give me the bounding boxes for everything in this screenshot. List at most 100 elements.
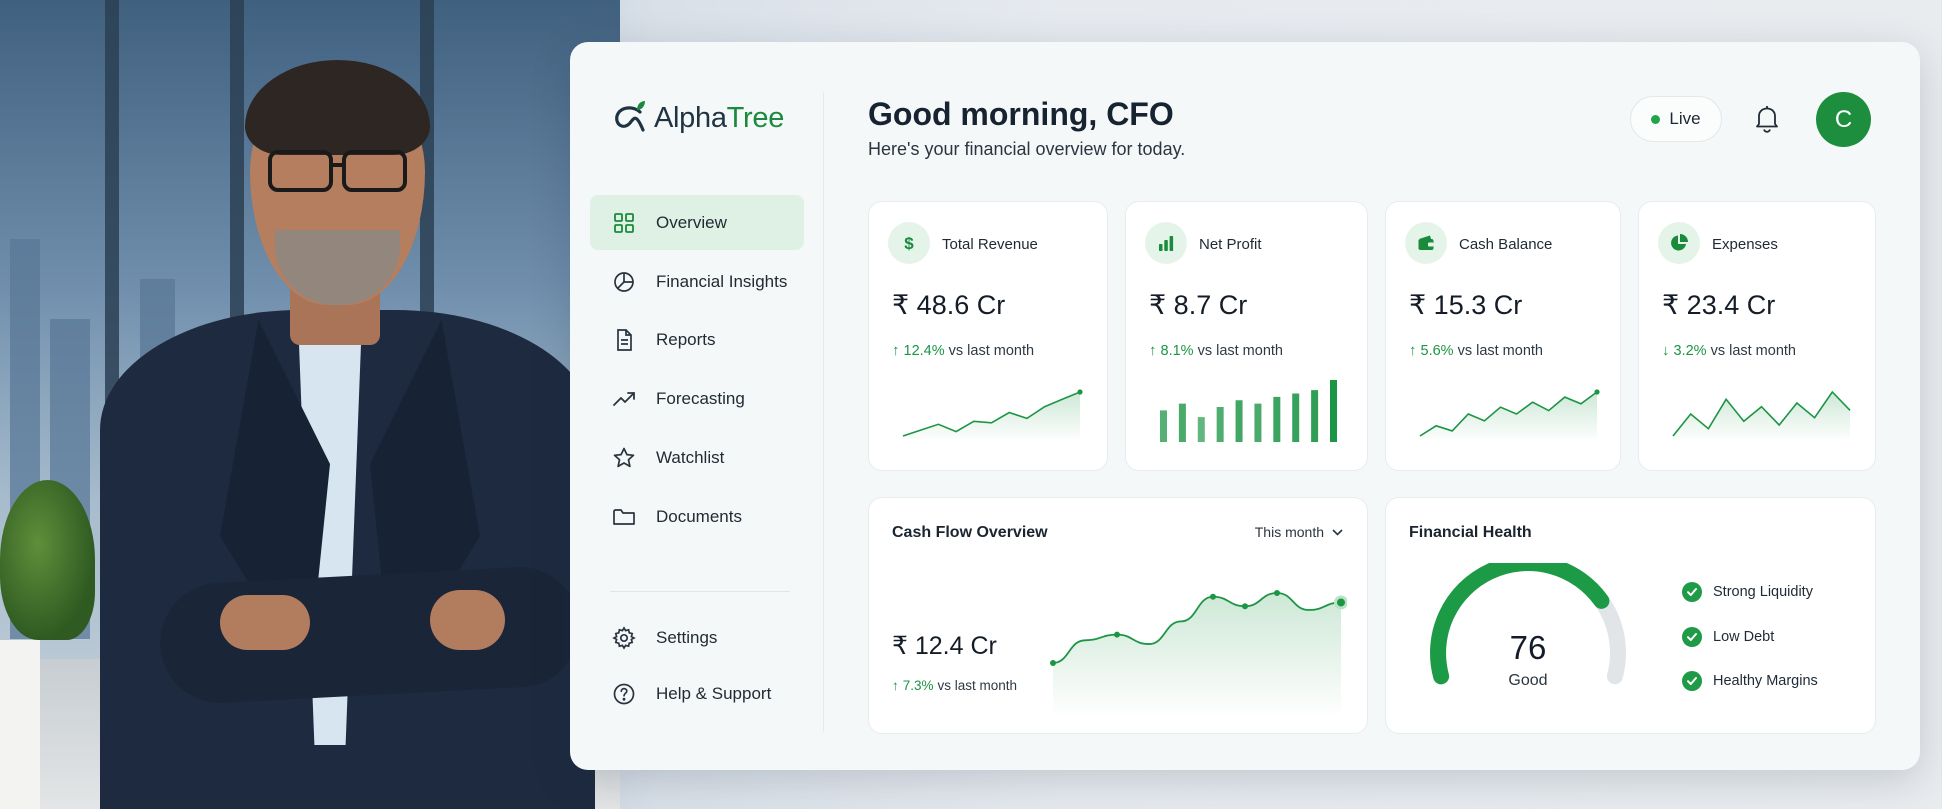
person-hand bbox=[220, 595, 310, 650]
health-item: Strong Liquidity bbox=[1682, 582, 1813, 602]
sidebar-item-label: Watchlist bbox=[656, 447, 725, 467]
kpi-value: ₹ 8.7 Cr bbox=[1149, 290, 1248, 320]
bar bbox=[1330, 380, 1337, 442]
bar bbox=[1216, 407, 1224, 442]
pie-chart-icon bbox=[614, 271, 634, 292]
health-item-label: Low Debt bbox=[1713, 629, 1775, 645]
sparkline-end-point bbox=[1077, 389, 1083, 395]
kpi-value: ₹ 15.3 Cr bbox=[1409, 290, 1523, 320]
dollar-icon: $ bbox=[904, 234, 914, 253]
dashboard-window: AlphaTree Overview Financial Insights Re… bbox=[570, 42, 1920, 770]
bar-chart-icon bbox=[1159, 236, 1174, 251]
cash-flow-value: ₹ 12.4 Cr bbox=[892, 632, 997, 660]
sidebar-item-forecasting[interactable]: Forecasting bbox=[590, 371, 804, 426]
health-item-label: Healthy Margins bbox=[1713, 673, 1818, 689]
document-icon bbox=[617, 328, 632, 351]
kpi-label: Net Profit bbox=[1199, 236, 1262, 253]
kpi-card-net-profit[interactable]: Net Profit ₹ 8.7 Cr ↑ 8.1% vs last month bbox=[1125, 201, 1368, 471]
kpi-icon-wrap: $ bbox=[888, 222, 930, 264]
sidebar-item-label: Help & Support bbox=[656, 683, 772, 703]
kpi-card-total-revenue[interactable]: $ Total Revenue ₹ 48.6 Cr ↑ 12.4% vs las… bbox=[868, 201, 1108, 471]
cash-flow-change-pct: 7.3% bbox=[902, 678, 934, 693]
sidebar-item-watchlist[interactable]: Watchlist bbox=[590, 430, 804, 485]
sidebar-item-label: Financial Insights bbox=[656, 271, 788, 291]
check-circle-icon bbox=[1682, 582, 1702, 602]
arrow-down-icon: ↓ bbox=[1662, 342, 1670, 359]
cash-flow-change: ↑ 7.3% vs last month bbox=[892, 678, 1017, 693]
arrow-up-icon: ↑ bbox=[1409, 342, 1417, 359]
bar bbox=[1235, 400, 1243, 442]
period-dropdown[interactable]: This month bbox=[1255, 524, 1343, 540]
brand-name-part2: Tree bbox=[726, 101, 785, 134]
kpi-change: ↓ 3.2% vs last month bbox=[1662, 342, 1796, 359]
person-hand bbox=[430, 590, 505, 650]
bar-sparkline-chart bbox=[1160, 380, 1337, 442]
kpi-icon-wrap bbox=[1658, 222, 1700, 264]
bar bbox=[1160, 410, 1167, 442]
sidebar-item-overview[interactable]: Overview bbox=[590, 195, 804, 250]
cash-flow-point bbox=[1242, 603, 1248, 610]
period-dropdown-label: This month bbox=[1254, 524, 1324, 540]
sidebar-item-documents[interactable]: Documents bbox=[590, 489, 804, 544]
sidebar-item-label: Settings bbox=[656, 627, 718, 647]
health-item: Low Debt bbox=[1682, 627, 1774, 647]
trend-up-icon bbox=[613, 391, 635, 406]
panel-title: Cash Flow Overview bbox=[892, 524, 1048, 541]
wallet-icon bbox=[1418, 235, 1434, 250]
brand-name: AlphaTree bbox=[654, 102, 784, 135]
health-score-rating: Good bbox=[1508, 672, 1548, 689]
help-icon bbox=[613, 683, 635, 704]
sidebar-item-help-support[interactable]: Help & Support bbox=[590, 666, 804, 721]
kpi-change-text: vs last month bbox=[1710, 342, 1796, 359]
cash-flow-area bbox=[1053, 593, 1341, 718]
sparkline-chart bbox=[1672, 390, 1851, 442]
kpi-card-cash-balance[interactable]: Cash Balance ₹ 15.3 Cr ↑ 5.6% vs last mo… bbox=[1385, 201, 1621, 471]
kpi-change: ↑ 8.1% vs last month bbox=[1149, 342, 1283, 359]
kpi-icon-wrap bbox=[1405, 222, 1447, 264]
notification-bell-icon[interactable] bbox=[1750, 101, 1784, 135]
cash-flow-change-text: vs last month bbox=[937, 678, 1018, 693]
sparkline-end-point bbox=[1594, 389, 1600, 395]
person-crossed-arms bbox=[157, 564, 583, 706]
kpi-label: Cash Balance bbox=[1459, 236, 1553, 253]
live-status-button[interactable]: Live bbox=[1630, 96, 1722, 142]
brand-logo[interactable]: AlphaTree bbox=[610, 98, 784, 138]
sidebar-item-financial-insights[interactable]: Financial Insights bbox=[590, 254, 804, 309]
kpi-label: Expenses bbox=[1712, 236, 1778, 253]
cash-flow-point bbox=[1050, 660, 1056, 666]
sparkline-area bbox=[1673, 392, 1850, 442]
sidebar-item-label: Reports bbox=[656, 329, 716, 349]
kpi-change-pct: 3.2% bbox=[1673, 342, 1707, 359]
kpi-change-text: vs last month bbox=[948, 342, 1035, 359]
person-hair bbox=[245, 60, 430, 155]
live-dot-icon bbox=[1651, 114, 1661, 124]
pie-chart-icon bbox=[1671, 234, 1688, 251]
panel-title: Financial Health bbox=[1409, 524, 1532, 541]
sidebar-item-label: Documents bbox=[656, 506, 742, 526]
check-circle-icon bbox=[1682, 627, 1702, 647]
sidebar-item-reports[interactable]: Reports bbox=[590, 312, 804, 367]
live-label: Live bbox=[1669, 109, 1701, 128]
bar bbox=[1178, 403, 1186, 442]
kpi-card-expenses[interactable]: Expenses ₹ 23.4 Cr ↓ 3.2% vs last month bbox=[1638, 201, 1876, 471]
bar bbox=[1311, 390, 1319, 442]
user-avatar[interactable]: C bbox=[1816, 92, 1871, 147]
bar bbox=[1273, 396, 1281, 442]
sparkline-area bbox=[903, 392, 1080, 442]
kpi-change: ↑ 5.6% vs last month bbox=[1409, 342, 1543, 359]
person-glasses bbox=[342, 150, 407, 192]
chevron-down-icon bbox=[1332, 528, 1343, 536]
svg-text:$: $ bbox=[904, 234, 914, 253]
brand-name-part1: Alpha bbox=[654, 101, 727, 134]
check-circle-icon bbox=[1682, 671, 1702, 691]
alpha-leaf-logo-icon bbox=[615, 101, 645, 132]
gear-icon bbox=[612, 625, 636, 650]
sidebar-item-settings[interactable]: Settings bbox=[590, 610, 804, 665]
sidebar: AlphaTree Overview Financial Insights Re… bbox=[570, 42, 824, 770]
bar bbox=[1197, 417, 1205, 442]
kpi-value: ₹ 23.4 Cr bbox=[1662, 290, 1776, 320]
plant bbox=[0, 480, 95, 640]
person-glasses-bridge bbox=[331, 163, 344, 167]
kpi-change-text: vs last month bbox=[1197, 342, 1283, 359]
grid-icon bbox=[614, 212, 634, 233]
